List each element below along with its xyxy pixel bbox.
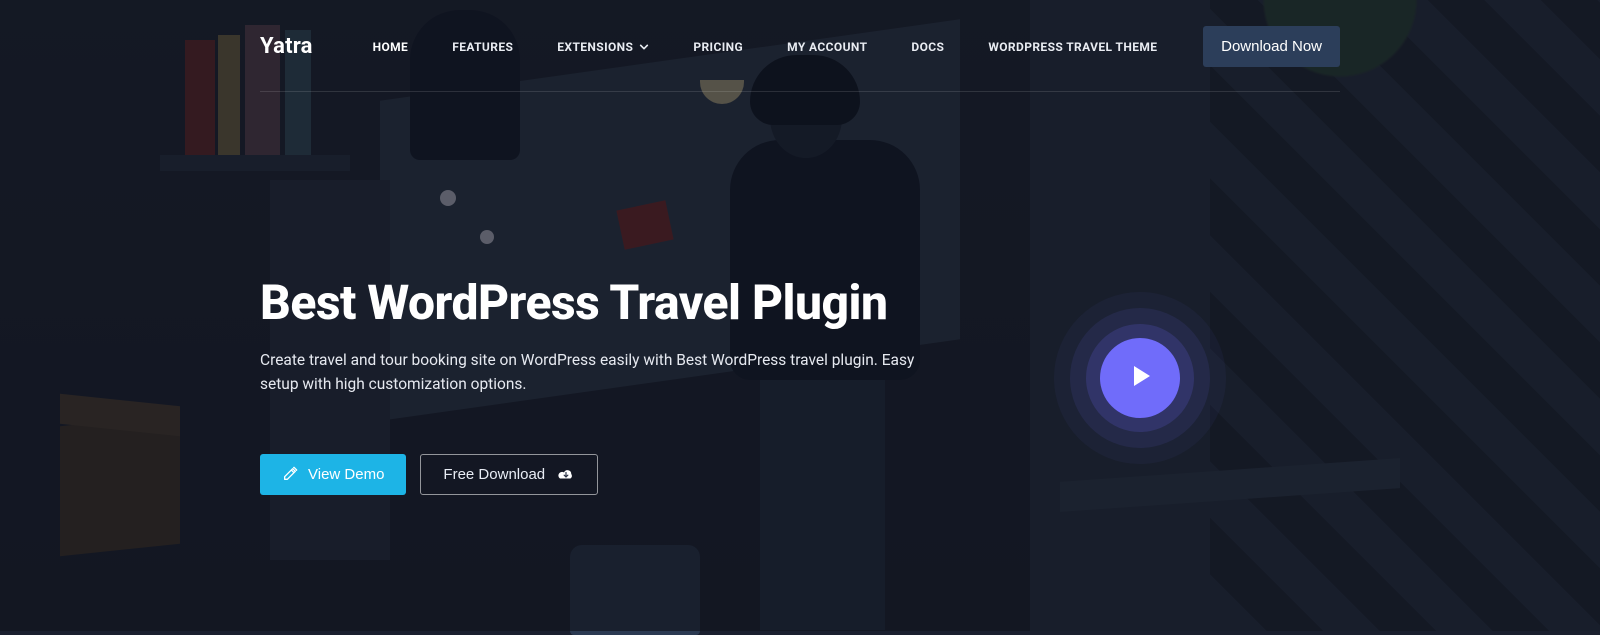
site-logo[interactable]: Yatra bbox=[260, 34, 313, 59]
hero-cta-row: View Demo Free Download bbox=[260, 454, 1340, 495]
nav-wordpress-travel-theme[interactable]: WORDPRESS TRAVEL THEME bbox=[988, 40, 1157, 54]
site-header: Yatra HOME FEATURES EXTENSIONS PRICING M… bbox=[260, 0, 1340, 92]
nav-label: FEATURES bbox=[452, 40, 513, 54]
nav-my-account[interactable]: MY ACCOUNT bbox=[787, 40, 867, 54]
play-icon bbox=[1128, 364, 1152, 392]
button-label: View Demo bbox=[308, 466, 384, 483]
nav-home[interactable]: HOME bbox=[373, 40, 409, 54]
view-demo-button[interactable]: View Demo bbox=[260, 454, 406, 495]
hero-section: Best WordPress Travel Plugin Create trav… bbox=[250, 92, 1350, 495]
download-now-button[interactable]: Download Now bbox=[1203, 26, 1340, 67]
nav-label: HOME bbox=[373, 40, 409, 54]
nav-label: MY ACCOUNT bbox=[787, 40, 867, 54]
nav-extensions[interactable]: EXTENSIONS bbox=[557, 40, 649, 54]
play-video-button[interactable] bbox=[1100, 338, 1180, 418]
primary-nav: HOME FEATURES EXTENSIONS PRICING MY ACCO… bbox=[373, 40, 1204, 54]
hero-subtitle: Create travel and tour booking site on W… bbox=[260, 348, 920, 396]
free-download-button[interactable]: Free Download bbox=[420, 454, 598, 495]
nav-features[interactable]: FEATURES bbox=[452, 40, 513, 54]
nav-label: EXTENSIONS bbox=[557, 40, 633, 54]
chevron-down-icon bbox=[639, 42, 649, 52]
nav-label: PRICING bbox=[693, 40, 743, 54]
cloud-download-icon bbox=[557, 466, 575, 482]
nav-label: WORDPRESS TRAVEL THEME bbox=[988, 40, 1157, 54]
edit-icon bbox=[282, 466, 298, 482]
nav-pricing[interactable]: PRICING bbox=[693, 40, 743, 54]
button-label: Free Download bbox=[443, 466, 545, 483]
hero-title: Best WordPress Travel Plugin bbox=[260, 277, 1340, 330]
nav-docs[interactable]: DOCS bbox=[911, 40, 944, 54]
nav-label: DOCS bbox=[911, 40, 944, 54]
